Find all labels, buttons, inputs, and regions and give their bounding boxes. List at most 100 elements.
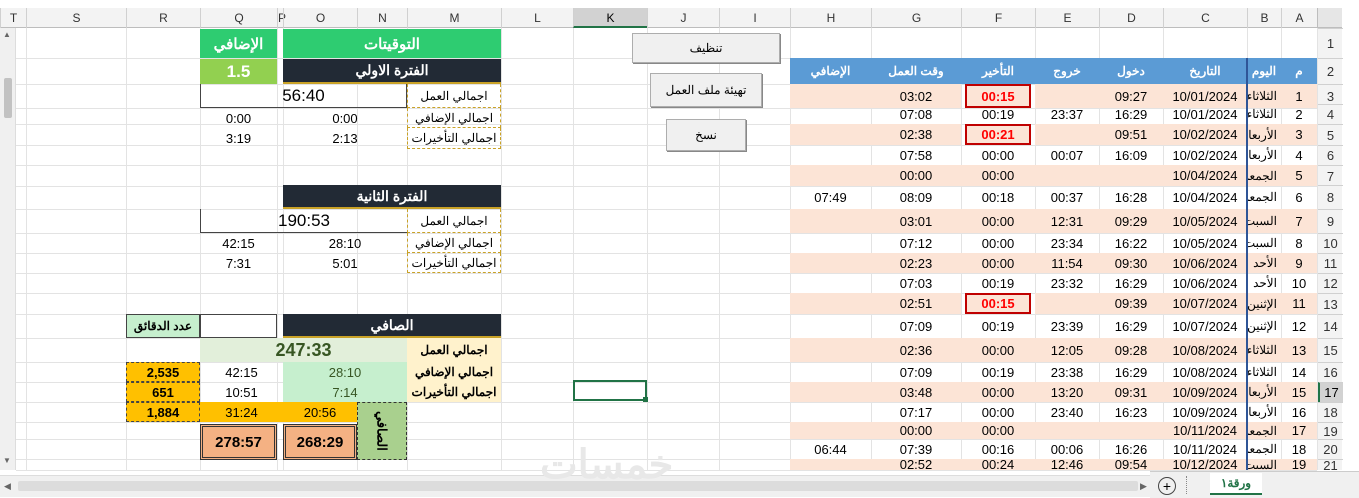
table-cell[interactable] [790,209,871,233]
table-cell[interactable]: 23:37 [1035,104,1099,124]
table-cell[interactable]: 10/11/2024 [1163,422,1247,439]
table-cell[interactable]: 16:22 [1099,233,1163,253]
column-header-f[interactable]: F [961,8,1035,28]
table-cell[interactable] [790,253,871,273]
row-header-14[interactable]: 14 [1318,314,1343,338]
table-cell[interactable]: 09:39 [1099,293,1163,314]
table-cell[interactable] [790,422,871,439]
table-cell[interactable]: 12:46 [1035,459,1099,470]
scroll-right-icon[interactable]: ▶ [1140,481,1147,492]
table-cell[interactable] [790,233,871,253]
row-header-12[interactable]: 12 [1318,273,1343,293]
copy-button[interactable]: نسخ [666,119,746,151]
table-cell[interactable]: 06:44 [790,439,871,459]
table-cell[interactable]: 07:09 [871,362,961,382]
table-cell[interactable]: 03:01 [871,209,961,233]
table-cell[interactable]: 00:00 [961,165,1035,186]
table-cell[interactable]: 00:16 [961,439,1035,459]
column-header-t[interactable]: T [0,8,26,28]
table-cell[interactable]: 00:00 [871,165,961,186]
table-cell[interactable]: 10/05/2024 [1163,233,1247,253]
table-cell[interactable]: 00:00 [961,209,1035,233]
table-cell[interactable]: 00:21 [965,124,1031,145]
table-cell[interactable] [790,338,871,362]
row-header-4[interactable]: 4 [1318,104,1343,124]
table-cell[interactable]: 12:31 [1035,209,1099,233]
column-header-o[interactable]: O [283,8,357,28]
table-cell[interactable]: 10/09/2024 [1163,382,1247,402]
table-cell[interactable]: 10/02/2024 [1163,145,1247,165]
column-header-i[interactable]: I [719,8,790,28]
column-header-r[interactable]: R [126,8,200,28]
vertical-scrollbar[interactable]: ▲ ▼ [0,28,16,470]
table-cell[interactable] [790,124,871,145]
table-cell[interactable]: 09:30 [1099,253,1163,273]
column-header-n[interactable]: N [357,8,407,28]
scroll-left-icon[interactable]: ◀ [4,481,11,492]
column-header-s[interactable]: S [26,8,126,28]
table-cell[interactable] [790,145,871,165]
table-cell[interactable] [1035,293,1099,314]
scroll-down-icon[interactable]: ▼ [3,456,13,466]
table-cell[interactable]: 16:29 [1099,104,1163,124]
table-cell[interactable]: 09:29 [1099,209,1163,233]
table-cell[interactable]: 02:23 [871,253,961,273]
table-cell[interactable]: 07:12 [871,233,961,253]
table-cell[interactable]: 10/01/2024 [1163,104,1247,124]
fill-handle[interactable] [643,397,648,402]
table-cell[interactable]: 00:15 [965,293,1031,314]
table-cell[interactable]: 23:39 [1035,314,1099,338]
table-cell[interactable]: 03:48 [871,382,961,402]
column-header-m[interactable]: M [407,8,501,28]
table-cell[interactable]: 00:00 [871,422,961,439]
tab-splitter[interactable] [1186,476,1188,494]
table-cell[interactable] [790,293,871,314]
row-header-8[interactable]: 8 [1318,185,1343,209]
row-header-11[interactable]: 11 [1318,253,1343,273]
table-cell[interactable]: 00:07 [1035,145,1099,165]
row-header-20[interactable]: 20 [1318,439,1343,459]
row-header-19[interactable]: 19 [1318,422,1343,439]
table-cell[interactable]: 10/02/2024 [1163,124,1247,145]
column-header-j[interactable]: J [647,8,719,28]
add-sheet-icon[interactable]: + [1158,477,1176,495]
table-cell[interactable]: 23:32 [1035,273,1099,293]
vertical-scroll-thumb[interactable] [4,78,12,118]
sheet-tab-active[interactable]: ورقة١ [1210,473,1262,495]
table-cell[interactable] [790,382,871,402]
table-cell[interactable]: 16:09 [1099,145,1163,165]
table-cell[interactable]: 00:00 [961,233,1035,253]
table-cell[interactable] [790,362,871,382]
table-cell[interactable]: 00:06 [1035,439,1099,459]
table-cell[interactable]: 02:38 [871,124,961,145]
column-header-c[interactable]: C [1163,8,1247,28]
table-cell[interactable] [1035,124,1099,145]
scroll-up-icon[interactable]: ▲ [3,30,13,40]
active-cell-k17[interactable] [573,380,647,401]
row-header-2[interactable]: 2 [1318,58,1343,84]
table-cell[interactable] [790,314,871,338]
column-header-k[interactable]: K [573,8,647,28]
table-cell[interactable]: 10/06/2024 [1163,273,1247,293]
row-header-1[interactable]: 1 [1318,28,1343,58]
row-header-18[interactable]: 18 [1318,402,1343,422]
table-cell[interactable]: 00:19 [961,362,1035,382]
row-header-5[interactable]: 5 [1318,124,1343,145]
table-cell[interactable]: 02:36 [871,338,961,362]
table-cell[interactable] [790,104,871,124]
table-cell[interactable] [1035,422,1099,439]
table-cell[interactable]: 16:29 [1099,273,1163,293]
table-cell[interactable]: 00:19 [961,104,1035,124]
table-cell[interactable]: 23:38 [1035,362,1099,382]
table-cell[interactable]: 00:00 [961,145,1035,165]
row-header-17[interactable]: 17 [1318,382,1343,402]
table-cell[interactable]: 07:49 [790,185,871,209]
column-header-e[interactable]: E [1035,8,1099,28]
table-cell[interactable]: 12:05 [1035,338,1099,362]
table-cell[interactable]: 16:23 [1099,402,1163,422]
table-cell[interactable]: 16:29 [1099,314,1163,338]
column-header-h[interactable]: H [790,8,871,28]
table-cell[interactable]: 07:39 [871,439,961,459]
table-cell[interactable] [790,402,871,422]
table-cell[interactable]: 00:00 [961,253,1035,273]
